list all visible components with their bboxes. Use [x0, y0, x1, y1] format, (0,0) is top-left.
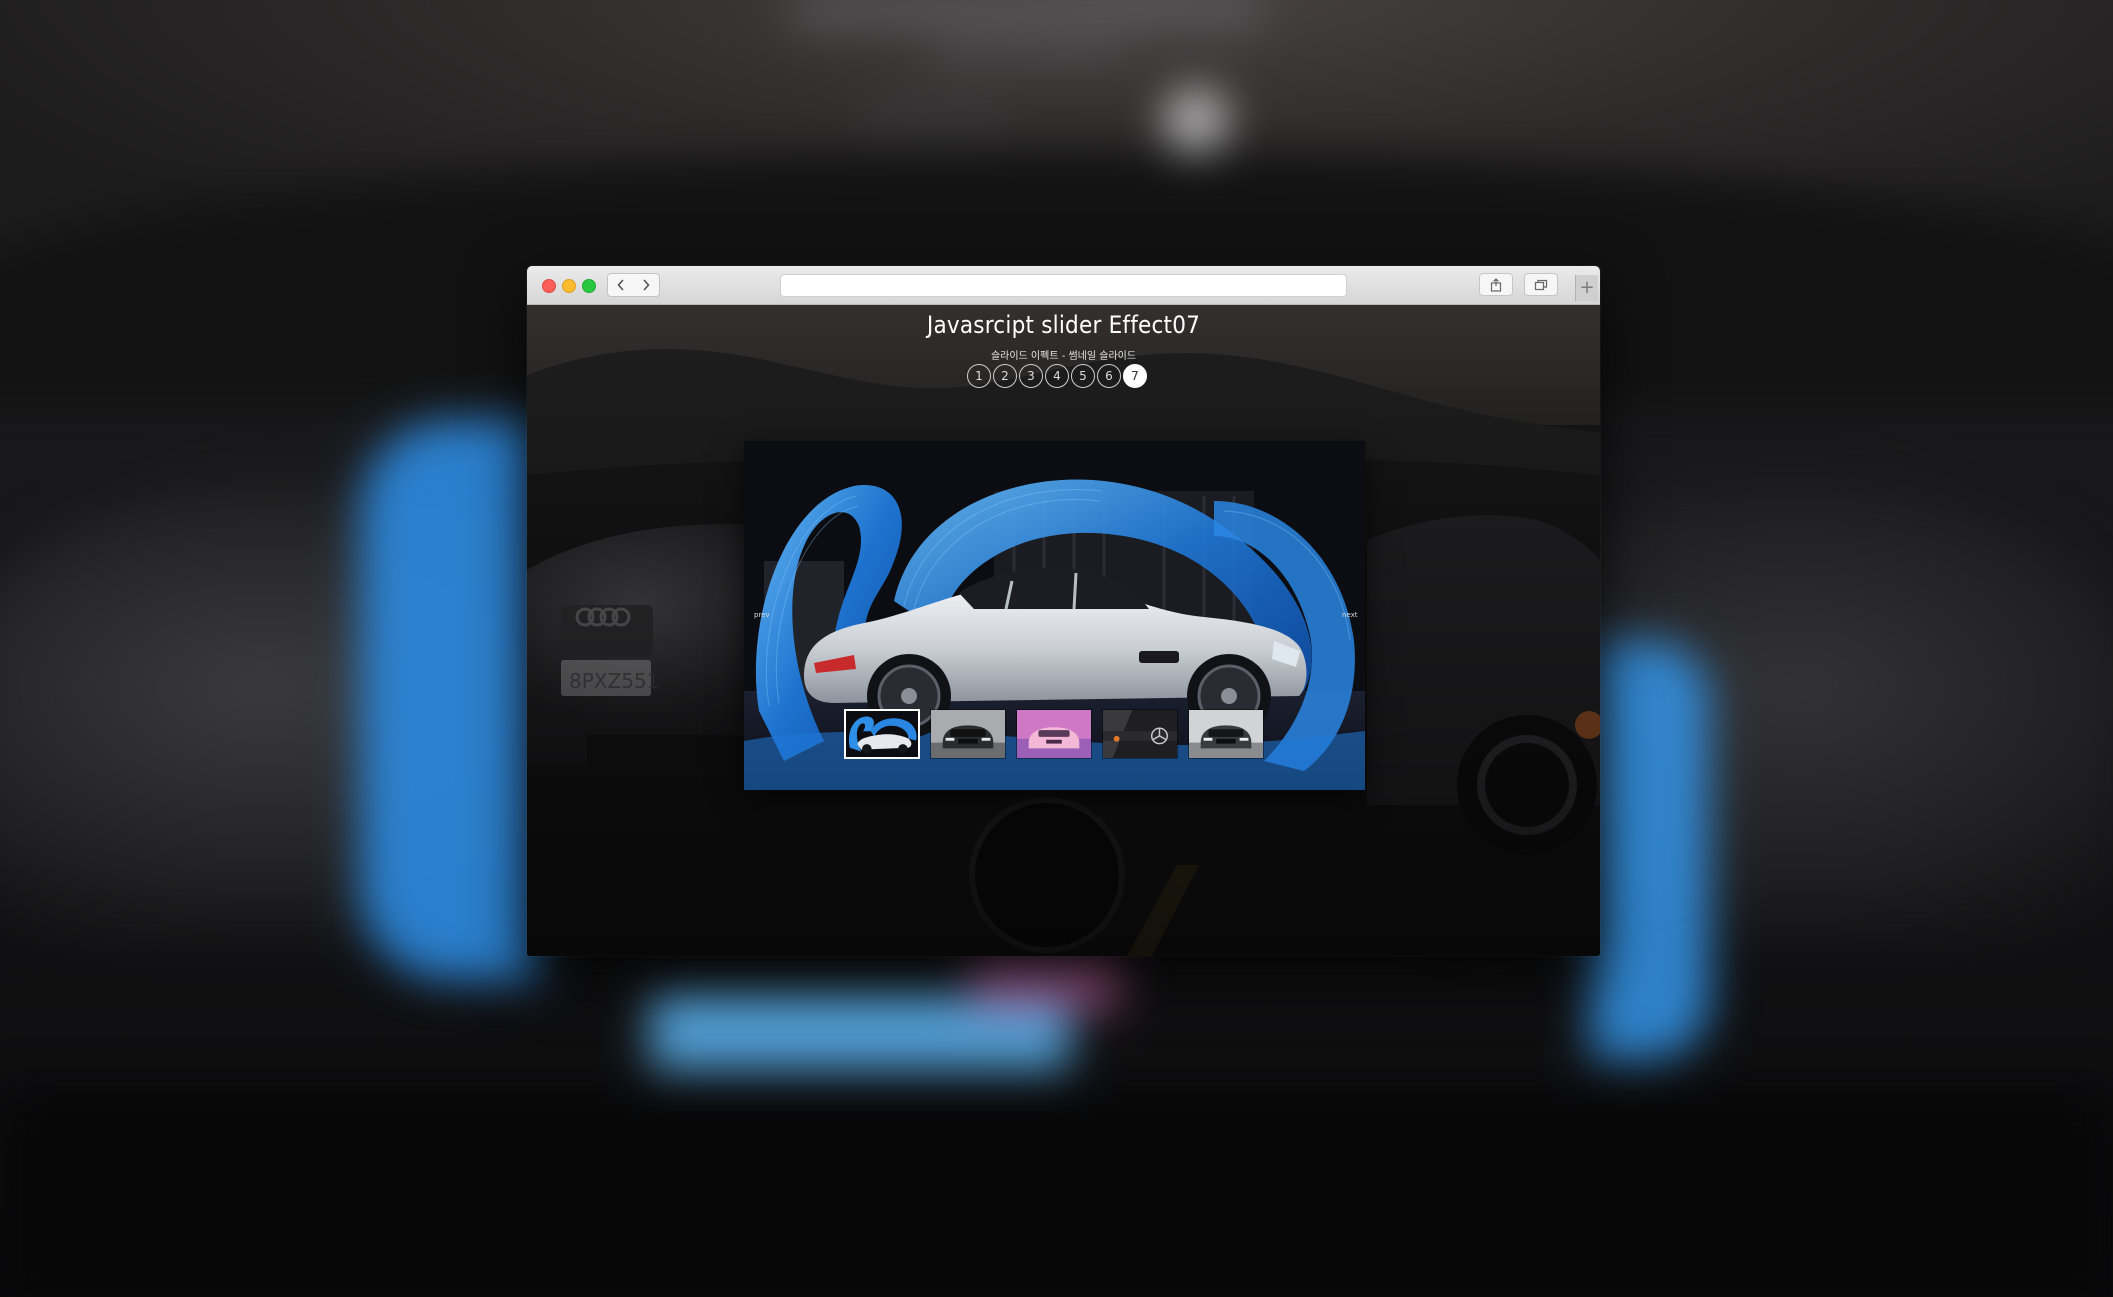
share-button[interactable]: [1479, 273, 1513, 296]
page-content: 8PXZ551 Javasrcipt slider Effect07 슬라이드 …: [527, 305, 1600, 956]
thumbnail-2[interactable]: [930, 709, 1006, 759]
thumbnail-4[interactable]: [1102, 709, 1178, 759]
image-slider: prev next: [744, 441, 1365, 790]
next-button[interactable]: next: [1342, 611, 1358, 619]
browser-window: + 8PXZ551: [527, 266, 1600, 956]
close-window-button[interactable]: [542, 279, 556, 293]
page-dot-1[interactable]: 1: [967, 364, 991, 388]
browser-toolbar: +: [527, 266, 1600, 305]
minimize-window-button[interactable]: [562, 279, 576, 293]
thumbnail-5[interactable]: [1188, 709, 1264, 759]
slider-pagination: 1 2 3 4 5 6 7: [967, 364, 1147, 390]
thumb-blue-swirl-car: [846, 711, 918, 757]
page-dot-7[interactable]: 7: [1123, 364, 1147, 388]
address-bar[interactable]: [780, 274, 1347, 297]
thumb-pink-car: [1017, 710, 1091, 758]
page-dot-5[interactable]: 5: [1071, 364, 1095, 388]
thumb-silver-car-front: [1189, 710, 1263, 758]
share-icon: [1490, 277, 1502, 292]
page-dot-6[interactable]: 6: [1097, 364, 1121, 388]
thumbnail-strip: [844, 709, 1264, 759]
thumb-dark-car-front: [931, 710, 1005, 758]
back-button[interactable]: [607, 273, 635, 297]
maximize-window-button[interactable]: [582, 279, 596, 293]
chevron-right-icon: [643, 279, 650, 291]
page-subtitle: 슬라이드 이펙트 - 썸네일 슬라이드: [990, 351, 1137, 362]
thumbnail-1[interactable]: [844, 709, 920, 759]
page-dot-2[interactable]: 2: [993, 364, 1017, 388]
page-dot-3[interactable]: 3: [1019, 364, 1043, 388]
new-tab-button[interactable]: +: [1575, 275, 1598, 301]
forward-button[interactable]: [633, 273, 660, 297]
thumb-mercedes-logo: [1103, 710, 1177, 758]
page-title: Javasrcipt slider Effect07: [926, 311, 1201, 339]
prev-button[interactable]: prev: [754, 611, 770, 619]
page-dot-4[interactable]: 4: [1045, 364, 1069, 388]
tabs-icon: [1534, 279, 1548, 290]
show-tabs-button[interactable]: [1524, 273, 1558, 296]
chevron-left-icon: [617, 279, 624, 291]
thumbnail-3[interactable]: [1016, 709, 1092, 759]
